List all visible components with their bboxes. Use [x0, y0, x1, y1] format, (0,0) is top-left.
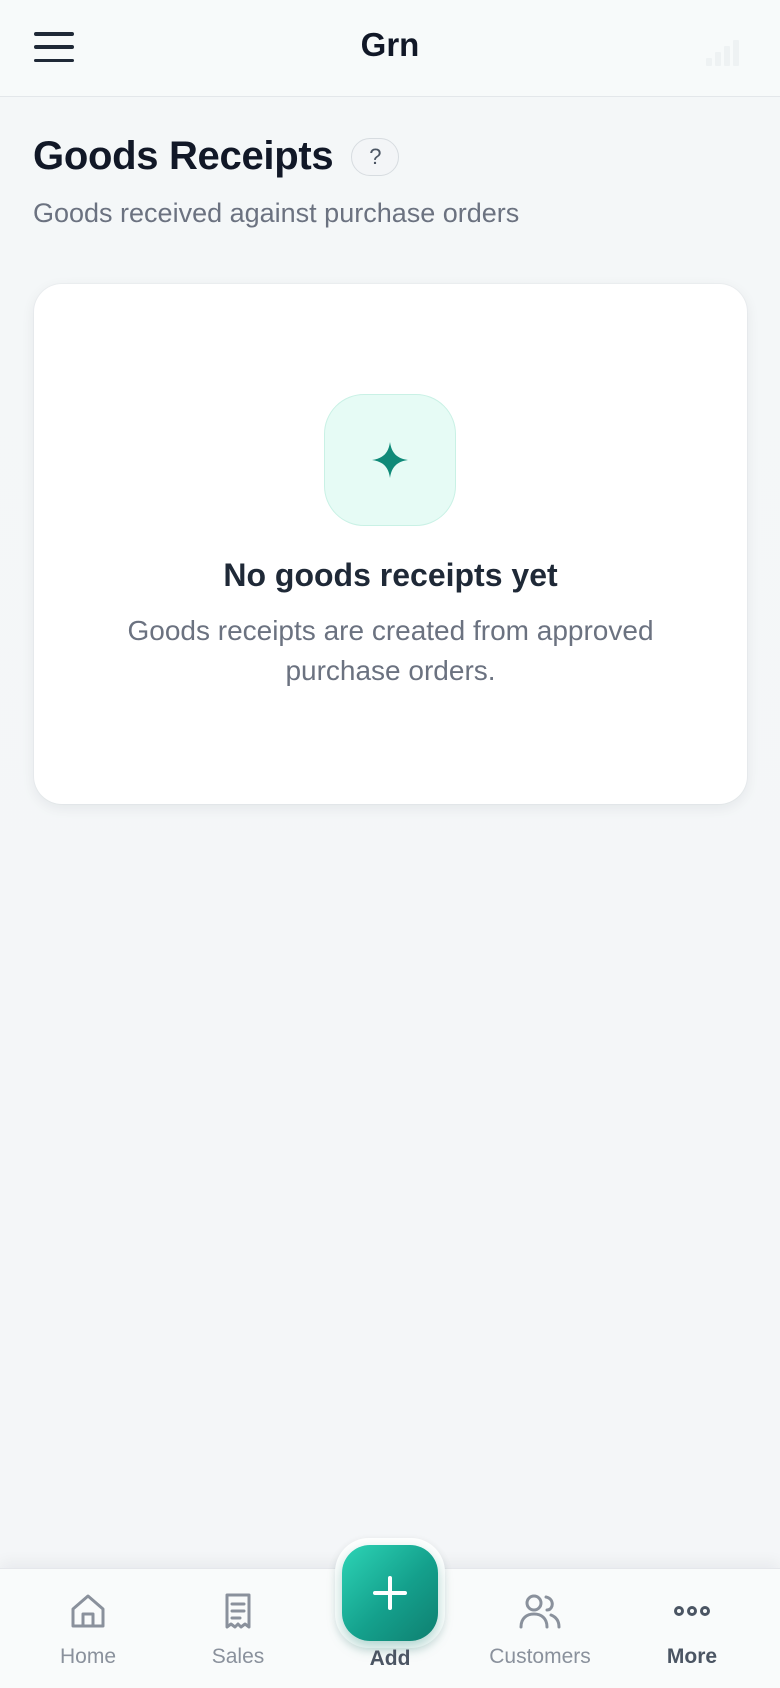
- signal-bars-icon: [706, 34, 742, 66]
- sparkle-icon: [324, 394, 456, 526]
- plus-icon: [373, 1576, 407, 1610]
- more-dots-icon: [670, 1589, 714, 1633]
- nav-label-customers: Customers: [489, 1645, 591, 1668]
- nav-label-add: Add: [369, 1647, 411, 1670]
- app-title: Grn: [360, 26, 420, 63]
- top-bar: Grn: [0, 0, 780, 97]
- nav-item-home[interactable]: Home: [18, 1569, 158, 1688]
- nav-label-home: Home: [59, 1645, 117, 1668]
- nav-label-more: More: [666, 1645, 718, 1668]
- page-subtitle: Goods received against purchase orders: [33, 198, 520, 228]
- empty-state-title: No goods receipts yet: [223, 557, 558, 593]
- receipt-icon: [216, 1589, 260, 1633]
- page-heading: Goods Receipts ?: [33, 134, 400, 179]
- nav-item-more[interactable]: More: [622, 1569, 762, 1688]
- empty-state-description: Goods receipts are created from approved…: [127, 615, 654, 686]
- nav-item-customers[interactable]: Customers: [470, 1569, 610, 1688]
- app-screen: Grn Goods Receipts ? Goods received agai…: [0, 0, 780, 1688]
- nav-label-sales: Sales: [211, 1645, 265, 1668]
- empty-state-card: No goods receipts yet Goods receipts are…: [34, 284, 747, 804]
- page-title: Goods Receipts: [33, 134, 334, 178]
- help-button[interactable]: ?: [351, 137, 400, 176]
- users-icon: [518, 1589, 562, 1633]
- add-button[interactable]: [342, 1545, 438, 1641]
- nav-item-sales[interactable]: Sales: [168, 1569, 308, 1688]
- home-icon: [66, 1589, 110, 1633]
